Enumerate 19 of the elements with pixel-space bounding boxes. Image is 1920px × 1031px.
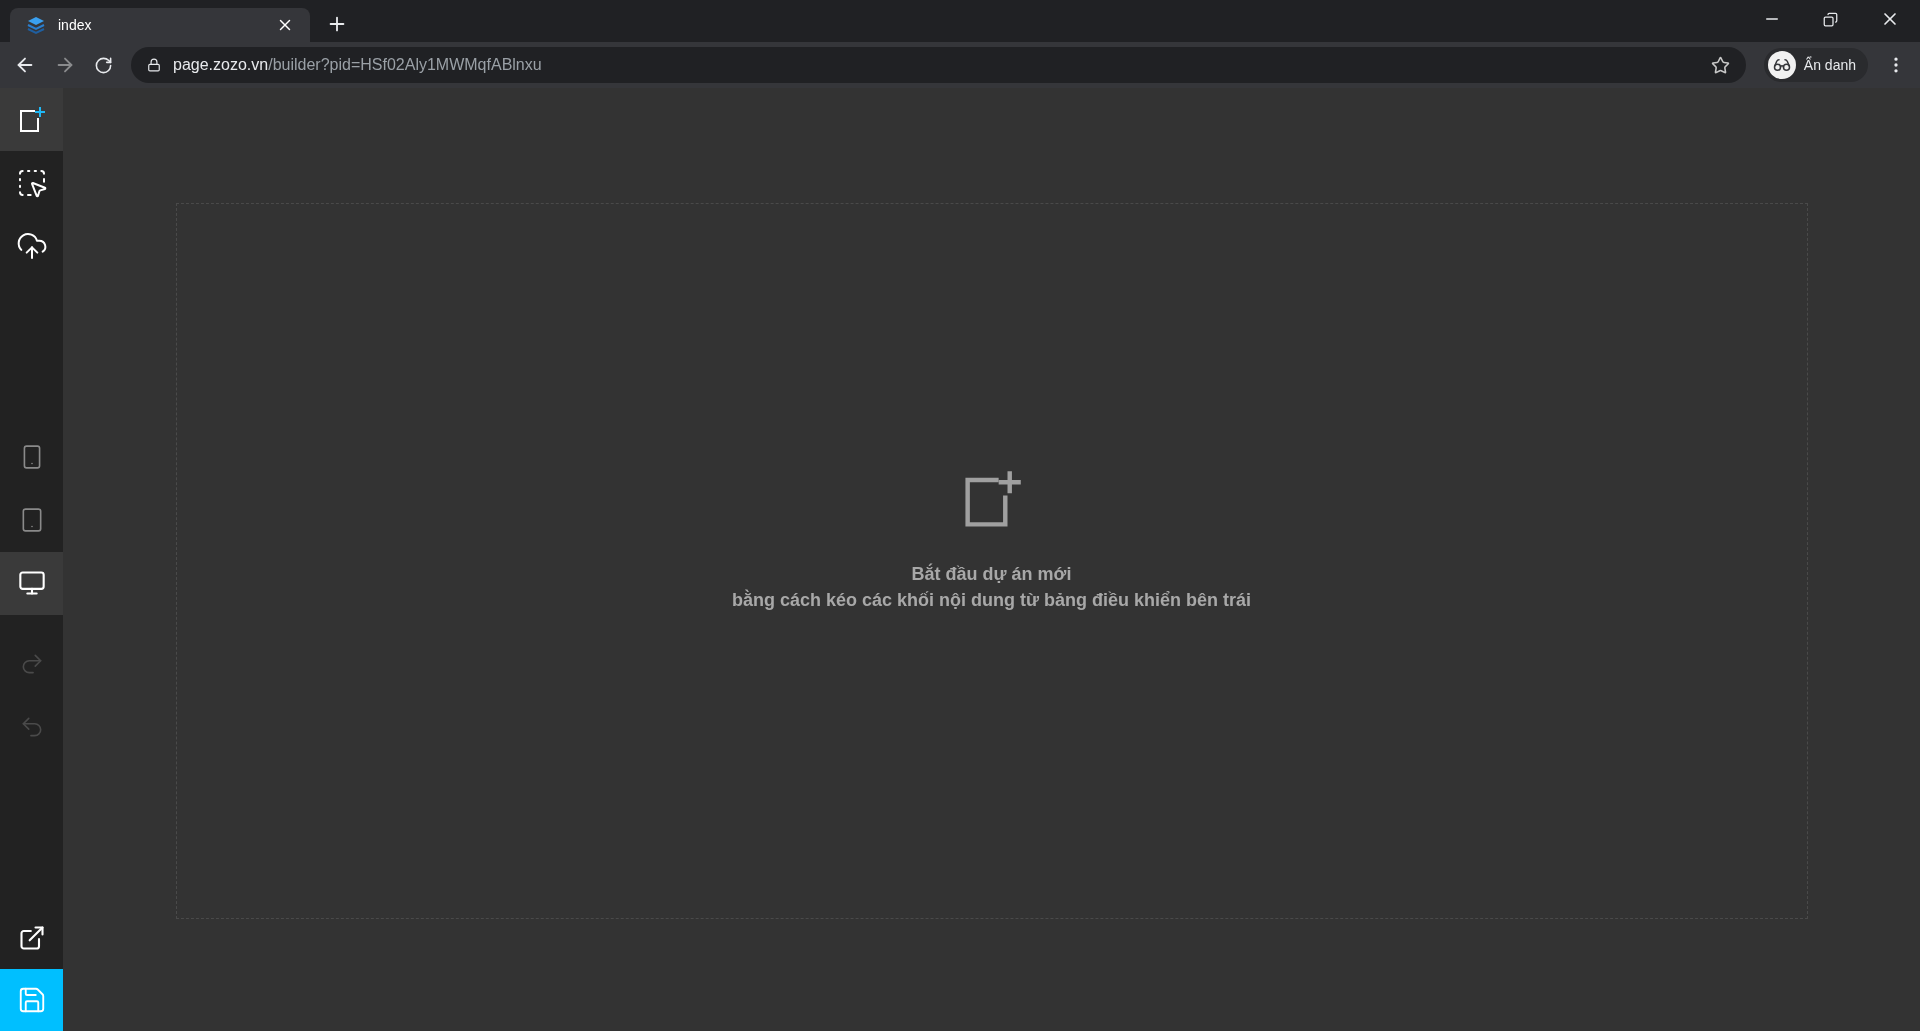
device-button[interactable] xyxy=(0,551,63,615)
drop-zone[interactable]: Bắt đầu dự án mới bằng cách kéo các khối nội dung từ bảng điều khiển bên trái xyxy=(175,203,1808,919)
external-link-icon xyxy=(17,924,46,952)
tab-title: index xyxy=(58,15,93,35)
browser-tab[interactable]: index xyxy=(10,8,310,42)
profile-label: Ẩn danh xyxy=(1803,55,1856,75)
restore-icon[interactable] xyxy=(1823,11,1838,27)
lock-icon xyxy=(147,58,161,72)
empty-state-message: Bắt đầu dự án mới bằng cách kéo các khối nội dung từ bảng điều khiển bên trái xyxy=(731,562,1252,612)
add-block-icon xyxy=(17,105,46,134)
reload-icon[interactable] xyxy=(94,55,113,75)
star-icon[interactable] xyxy=(1710,55,1730,75)
incognito-icon xyxy=(1767,51,1796,79)
monitor-icon xyxy=(17,569,46,597)
address-bar[interactable]: page.zozo.vn/builder?pid=HSf02Aly1MWMqfABlnxu xyxy=(131,47,1746,83)
profile-chip[interactable]: Ẩn danh xyxy=(1763,48,1868,82)
url-text: page.zozo.vn/builder?pid=HSf02Aly1MWMqfABlnxu xyxy=(173,55,543,75)
tool-button[interactable] xyxy=(0,88,63,151)
layers-icon xyxy=(26,15,46,35)
